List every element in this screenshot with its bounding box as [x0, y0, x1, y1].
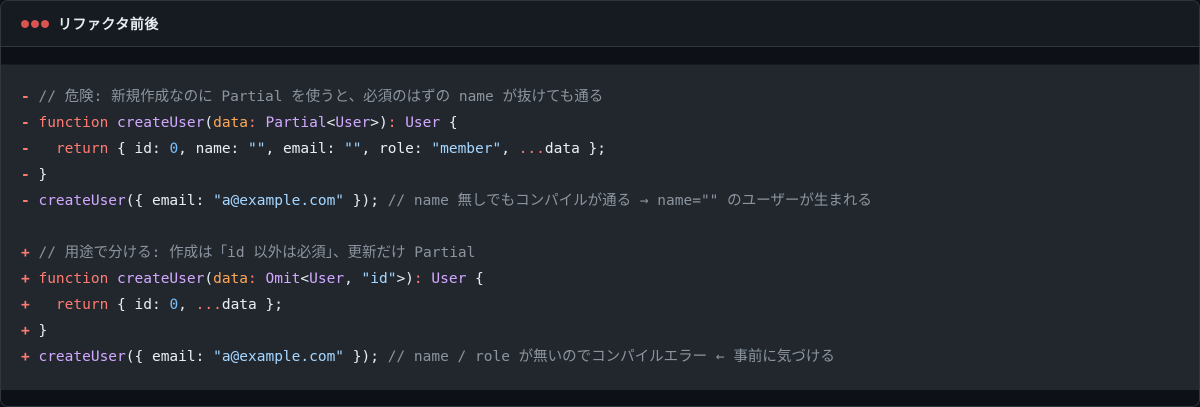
code-token-plain: { — [440, 115, 458, 131]
code-token-comment: // 危険: 新規作成なのに Partial を使うと、必須のはずの name … — [38, 89, 604, 105]
code-token-plain: } — [38, 323, 48, 339]
code-token-plain: >) — [396, 271, 414, 287]
code-token-plain: , role: — [361, 141, 432, 157]
window-controls — [21, 19, 49, 28]
diff-minus-marker: - — [21, 89, 30, 105]
minimize-dot-icon[interactable] — [31, 19, 39, 28]
diff-line-added: + // 用途で分ける: 作成は「id 以外は必須」、更新だけ Partial — [1, 240, 1199, 266]
code-token-kw: function — [38, 115, 118, 131]
code-token-fn: createUser — [117, 115, 205, 131]
window-titlebar: リファクタ前後 — [1, 1, 1199, 47]
code-token-plain: data }; — [544, 141, 606, 157]
maximize-dot-icon[interactable] — [41, 19, 49, 28]
code-token-kw: : — [248, 115, 266, 131]
code-token-plain: }); — [344, 349, 388, 365]
code-token-str: "id" — [361, 271, 397, 287]
code-token-comment: // name 無しでもコンパイルが通る → name="" のユーザーが生まれ… — [387, 193, 872, 209]
diff-line-added: + function createUser(data: Omit<User, "… — [1, 266, 1199, 292]
diff-line-removed: - } — [1, 162, 1199, 188]
code-token-str: "" — [248, 141, 266, 157]
code-token-plain: , — [344, 271, 362, 287]
code-token-spread: ... — [518, 141, 545, 157]
code-token-param: data — [213, 271, 249, 287]
code-token-plain: data }; — [221, 297, 283, 313]
diff-line-removed: - // 危険: 新規作成なのに Partial を使うと、必須のはずの nam… — [1, 84, 1199, 110]
diff-plus-marker: + — [21, 271, 30, 287]
code-token-plain: , — [501, 141, 519, 157]
code-token-str: "" — [344, 141, 362, 157]
code-token-type: User — [405, 115, 441, 131]
code-token-kw: : — [387, 115, 406, 131]
code-token-fn: createUser — [38, 349, 126, 365]
diff-plus-marker: + — [21, 245, 30, 261]
code-token-spread: ... — [195, 297, 222, 313]
code-token-type: User — [431, 271, 467, 287]
code-token-str: "a@example.com" — [213, 193, 345, 209]
diff-line-removed: - function createUser(data: Partial<User… — [1, 110, 1199, 136]
code-token-plain: >) — [370, 115, 388, 131]
diff-line-added: + createUser({ email: "a@example.com" })… — [1, 344, 1199, 370]
diff-line-removed: - return { id: 0, name: "", email: "", r… — [1, 136, 1199, 162]
window-title: リファクタ前後 — [58, 16, 159, 33]
code-token-num: 0 — [169, 141, 179, 157]
code-token-comment: // name / role が無いのでコンパイルエラー ← 事前に気づける — [387, 349, 835, 365]
code-block: - // 危険: 新規作成なのに Partial を使うと、必須のはずの nam… — [1, 65, 1199, 390]
code-token-plain: , — [178, 297, 196, 313]
close-dot-icon[interactable] — [21, 19, 29, 28]
code-token-plain: { id: — [108, 141, 170, 157]
code-token-str: "member" — [431, 141, 502, 157]
code-token-type: Omit — [265, 271, 301, 287]
code-token-kw: : — [413, 271, 432, 287]
code-token-kw: return — [55, 297, 109, 313]
code-window: リファクタ前後 - // 危険: 新規作成なのに Partial を使うと、必須… — [0, 0, 1200, 407]
code-token-plain: { id: — [108, 297, 170, 313]
code-token-plain: ({ email: — [125, 193, 214, 209]
diff-minus-marker: - — [21, 115, 30, 131]
code-token-kw: return — [55, 141, 109, 157]
code-token-plain: }); — [344, 193, 388, 209]
code-token-plain: ({ email: — [125, 349, 214, 365]
diff-line-removed: - createUser({ email: "a@example.com" })… — [1, 188, 1199, 214]
titlebar-gap — [1, 47, 1199, 64]
code-token-type: User — [335, 115, 371, 131]
code-token-plain: ( — [204, 271, 214, 287]
code-token-str: "a@example.com" — [213, 349, 345, 365]
diff-minus-marker: - — [21, 193, 30, 209]
code-token-plain: < — [300, 271, 310, 287]
diff-plus-marker: + — [21, 323, 30, 339]
code-token-plain: , name: — [178, 141, 249, 157]
diff-minus-marker: - — [21, 167, 30, 183]
code-token-plain: , email: — [265, 141, 345, 157]
diff-minus-marker: - — [21, 141, 30, 157]
code-token-plain: ( — [204, 115, 214, 131]
code-token-plain: { — [466, 271, 484, 287]
code-token-comment: // 用途で分ける: 作成は「id 以外は必須」、更新だけ Partial — [38, 245, 476, 261]
code-token-kw: : — [248, 271, 266, 287]
diff-plus-marker: + — [21, 297, 30, 313]
diff-plus-marker: + — [21, 349, 30, 365]
code-token-type: User — [309, 271, 345, 287]
code-token-fn: createUser — [38, 193, 126, 209]
diff-line-added: + return { id: 0, ...data }; — [1, 292, 1199, 318]
code-token-fn: createUser — [117, 271, 205, 287]
code-token-type: Partial — [265, 115, 327, 131]
code-token-num: 0 — [169, 297, 179, 313]
code-token-param: data — [213, 115, 249, 131]
code-token-plain: } — [38, 167, 48, 183]
code-token-kw: function — [38, 271, 118, 287]
diff-line-added: + } — [1, 318, 1199, 344]
bottom-strip — [1, 390, 1199, 406]
diff-line-blank — [1, 214, 1199, 240]
